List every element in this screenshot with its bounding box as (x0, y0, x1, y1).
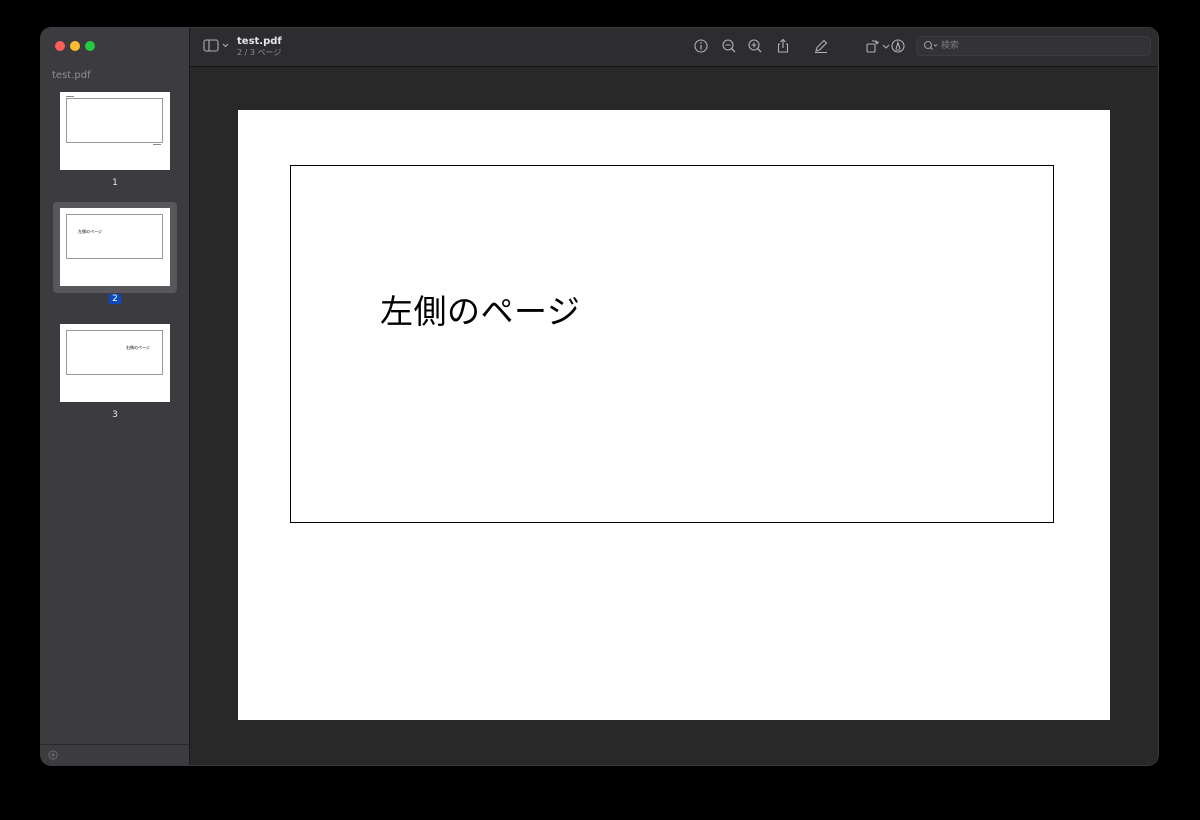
preview-window: test.pdf 1 左側のページ 2 右側のページ 3 test.pdf 2 … (41, 28, 1158, 765)
thumbnail-page-1 (60, 92, 170, 170)
page-number-label: 1 (112, 178, 118, 188)
thumbnail-text: 右側のページ (126, 345, 150, 350)
rotate-icon[interactable] (864, 38, 880, 54)
thumbnail-sidebar: test.pdf 1 左側のページ 2 右側のページ 3 (41, 28, 190, 765)
zoom-window-button[interactable] (85, 41, 95, 51)
toolbar: test.pdf 2 / 3 ページ (190, 28, 1158, 67)
add-page-icon[interactable] (48, 750, 58, 760)
thumbnail-mark (66, 96, 74, 97)
zoom-in-icon[interactable] (747, 38, 763, 54)
thumbnail-text: 左側のページ (78, 229, 102, 234)
page-number-3[interactable]: 3 (41, 410, 189, 420)
thumbnail-frame (66, 98, 163, 143)
close-window-button[interactable] (55, 41, 65, 51)
page-number-2[interactable]: 2 (41, 294, 189, 304)
markup-icon[interactable] (890, 38, 906, 54)
thumbnail-page-2: 左側のページ (60, 208, 170, 286)
sidebar-footer (41, 744, 189, 765)
search-icon (923, 40, 938, 50)
page-indicator: 2 / 3 ページ (237, 48, 282, 57)
thumbnail-mark (153, 144, 161, 145)
zoom-out-icon[interactable] (721, 38, 737, 54)
share-icon[interactable] (775, 38, 791, 54)
sidebar-title: test.pdf (52, 70, 91, 81)
search-field[interactable] (916, 36, 1151, 56)
thumbnail-frame (66, 330, 163, 375)
pdf-page: 左側のページ (238, 110, 1110, 720)
sidebar-toggle-icon[interactable] (202, 38, 232, 54)
document-title: test.pdf (237, 36, 282, 47)
page-thumbnail-2[interactable]: 左側のページ (53, 202, 177, 293)
info-icon[interactable] (693, 38, 709, 54)
highlight-pen-icon[interactable] (813, 38, 829, 54)
document-canvas[interactable]: 左側のページ (190, 67, 1158, 765)
page-number-label: 3 (112, 410, 118, 420)
page-heading: 左側のページ (380, 292, 581, 331)
thumbnail-frame (66, 214, 163, 259)
page-number-1[interactable]: 1 (41, 178, 189, 188)
page-frame (290, 165, 1054, 523)
page-thumbnail-3[interactable]: 右側のページ (53, 318, 177, 409)
page-thumbnail-1[interactable] (53, 86, 177, 177)
thumbnail-page-3: 右側のページ (60, 324, 170, 402)
minimize-window-button[interactable] (70, 41, 80, 51)
search-input[interactable] (941, 38, 1141, 54)
page-number-label: 2 (109, 294, 121, 304)
